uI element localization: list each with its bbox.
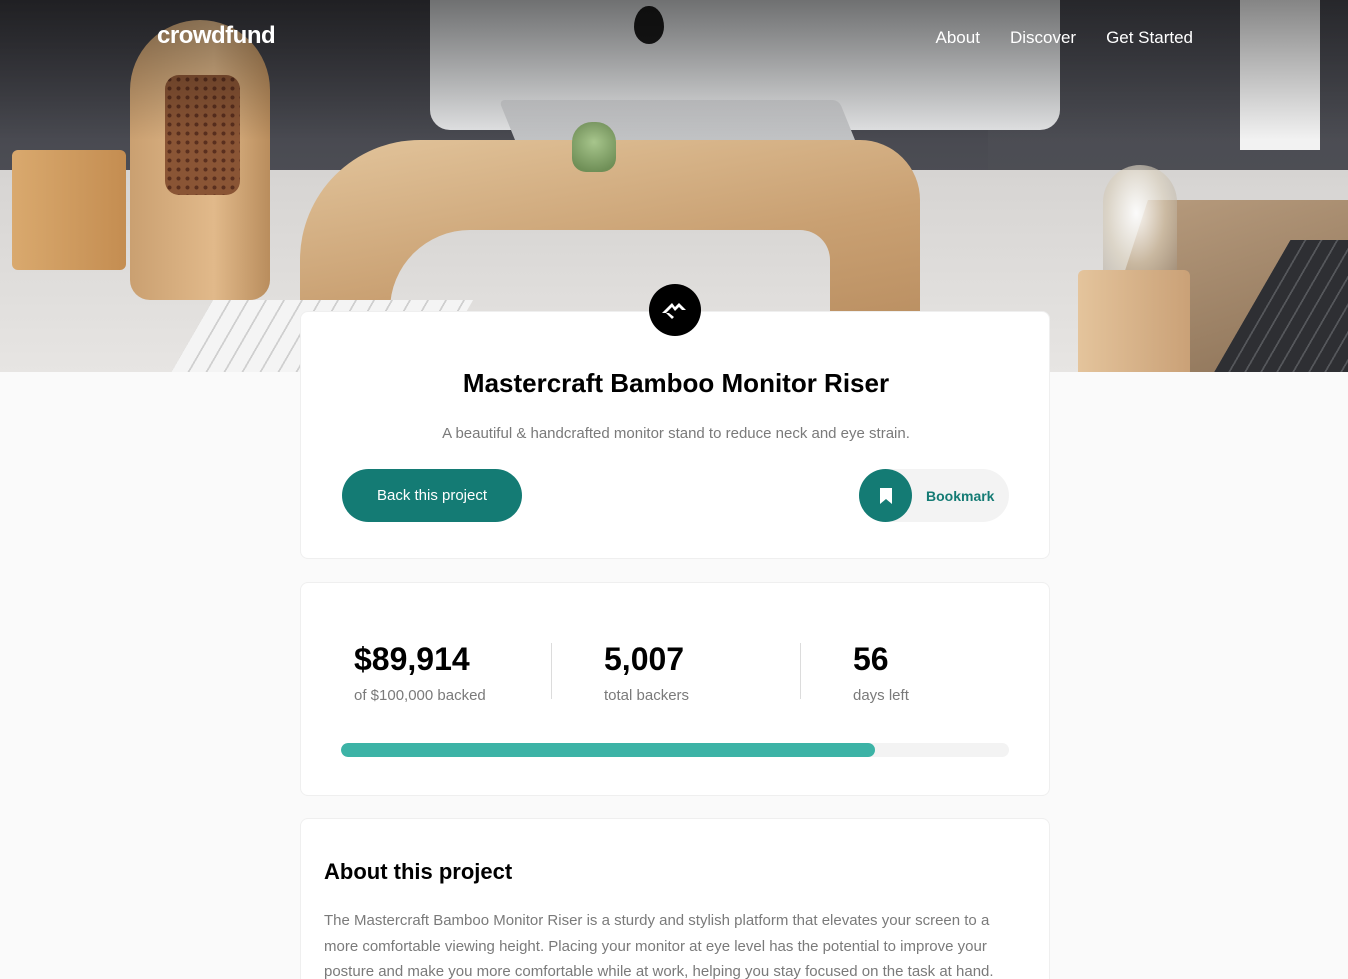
stat-divider (800, 643, 801, 699)
bookmark-label: Bookmark (926, 487, 995, 504)
main-nav: About Discover Get Started (936, 28, 1194, 48)
about-title: About this project (324, 859, 513, 884)
backers-label: total backers (604, 687, 690, 704)
days-count: 56 (853, 641, 889, 677)
project-description: A beautiful & handcrafted monitor stand … (442, 425, 910, 442)
stat-days: 56 days left (853, 641, 909, 704)
progress-bar (341, 743, 1009, 757)
progress-fill (341, 743, 876, 757)
stats-card: $89,914 of $100,000 backed 5,007 total b… (300, 582, 1050, 796)
nav-get-started[interactable]: Get Started (1106, 28, 1193, 48)
project-title: Mastercraft Bamboo Monitor Riser (462, 368, 890, 398)
bookmark-button[interactable]: Bookmark (859, 469, 1009, 522)
days-label: days left (853, 687, 909, 704)
stat-backers: 5,007 total backers (604, 641, 689, 704)
backers-count: 5,007 (604, 641, 685, 677)
stat-backed: $89,914 of $100,000 backed (354, 641, 486, 704)
back-project-label: Back this project (376, 487, 488, 504)
stat-divider (551, 643, 552, 699)
mastercraft-logo-icon (649, 284, 701, 336)
back-project-button[interactable]: Back this project (342, 469, 522, 522)
backed-amount: $89,914 (354, 641, 470, 677)
site-logo[interactable]: crowdfund (157, 22, 276, 50)
bookmark-icon (859, 469, 912, 522)
nav-about[interactable]: About (936, 28, 980, 48)
nav-discover[interactable]: Discover (1010, 28, 1076, 48)
about-text: The Mastercraft Bamboo Monitor Riser is … (324, 912, 994, 979)
backed-label: of $100,000 backed (354, 687, 486, 704)
about-card: About this project The Mastercraft Bambo… (300, 818, 1050, 979)
project-intro-card: Mastercraft Bamboo Monitor Riser A beaut… (300, 311, 1050, 559)
